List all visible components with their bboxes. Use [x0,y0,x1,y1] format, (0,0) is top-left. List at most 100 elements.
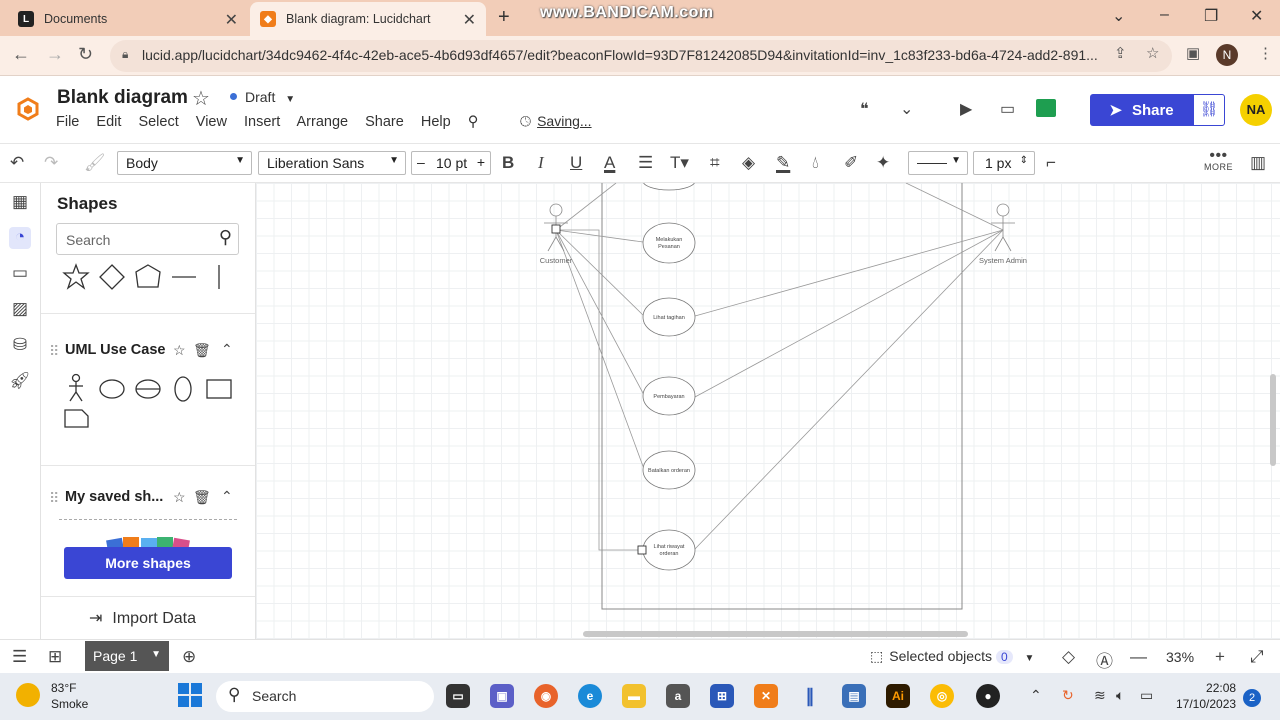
browser-menu-kebab-icon[interactable]: ⋮ [1258,44,1273,62]
association-line[interactable] [694,229,1004,398]
use-case-melakukan-pesanan[interactable] [642,222,696,264]
note-shape[interactable] [64,409,89,428]
zoom-in-icon[interactable]: + [1215,647,1225,667]
underline-icon[interactable]: U [570,153,582,173]
menu-file[interactable]: File [56,114,79,130]
tray-expand-chevron-icon[interactable]: ⌃ [1030,687,1042,704]
more-shapes-button[interactable]: More shapes [64,547,232,579]
menu-help[interactable]: Help [421,114,451,130]
tab-search-chevron-icon[interactable]: ⌄ [1112,6,1125,26]
shape-bounds-icon[interactable]: ⌗ [710,153,720,173]
zoom-level[interactable]: 33% [1166,649,1194,665]
share-button[interactable]: ➤ Share [1090,94,1193,126]
canvas-horizontal-scrollbar[interactable] [583,631,968,637]
close-tab-icon[interactable]: ✕ [463,10,476,30]
use-case-lihat-riwayat-orderan[interactable] [642,529,696,571]
increase-size-icon[interactable]: + [477,154,485,170]
use-case-partial[interactable] [643,183,695,191]
canvas-vertical-scrollbar[interactable] [1270,374,1276,466]
association-line[interactable] [555,229,645,396]
templates-icon[interactable]: ▦ [9,192,31,214]
drag-handle-icon[interactable]: ⠿ [49,490,59,507]
teams-icon[interactable]: ▣ [490,684,514,708]
selection-handle[interactable] [637,545,647,555]
document-title[interactable]: Blank diagram [57,87,188,109]
present-icon[interactable]: ▶ [960,99,972,119]
lucid-logo-icon[interactable] [16,97,40,121]
illustrator-icon[interactable]: Ai [886,684,910,708]
side-panel-icon[interactable]: ▣ [1186,44,1200,62]
favorite-star-icon[interactable]: ☆ [192,86,210,111]
image-icon[interactable]: ▨ [9,299,31,321]
diamond-shape[interactable] [99,264,125,290]
import-data-button[interactable]: ⇥ Import Data [89,608,196,628]
text-color-icon[interactable]: A [604,153,615,173]
magic-wand-icon[interactable]: ✦ [876,153,890,173]
forward-arrow-icon[interactable]: → [46,44,64,65]
accessibility-icon[interactable]: Ⓐ [1096,647,1113,672]
microsoft-store-icon[interactable]: ⊞ [710,684,734,708]
section-star-icon[interactable]: ☆ [173,489,186,506]
user-avatar[interactable]: NA [1240,94,1272,126]
browser-tab-documents[interactable]: L Documents ✕ [8,2,248,36]
association-line[interactable] [555,229,645,317]
redo-icon[interactable]: ↷ [44,153,58,173]
actor-shape[interactable] [69,373,83,402]
restore-icon[interactable]: ❐ [1204,6,1218,26]
section-trash-icon[interactable]: 🗑︎ [193,342,211,359]
menu-edit[interactable]: Edit [96,114,121,130]
connector-style-icon[interactable]: ⌐ [1046,153,1056,173]
notification-badge[interactable]: 2 [1243,689,1261,707]
saving-status[interactable]: 🕓︎ Saving... [520,113,592,130]
collapse-chevron-icon[interactable]: ⌄ [900,99,913,119]
draft-status-dropdown[interactable]: Draft ▼ [230,89,295,105]
firefox-icon[interactable]: ◉ [534,684,558,708]
association-line[interactable] [693,229,1004,551]
text-options-icon[interactable]: T▾ [670,153,689,173]
browser-profile-avatar[interactable]: N [1216,44,1238,66]
star-shape[interactable] [62,263,90,290]
system-boundary-shape[interactable] [206,379,232,399]
sync-icon[interactable]: ↻ [1062,687,1074,704]
shapes-icon[interactable]: ◔ [9,227,31,249]
page-list-icon[interactable]: ☰ [12,647,27,667]
association-line[interactable] [556,229,642,551]
new-tab-plus-icon[interactable]: + [498,6,510,29]
drag-handle-icon[interactable]: ⠿ [49,343,59,360]
italic-icon[interactable]: I [538,153,544,173]
fill-color-icon[interactable]: ◈ [742,153,755,173]
undo-icon[interactable]: ↶ [10,153,24,173]
close-window-icon[interactable]: ✕ [1250,6,1263,26]
weather-widget[interactable]: 83°F Smoke [16,680,88,712]
frame-icon[interactable]: ▭ [9,263,31,285]
decrease-size-icon[interactable]: – [417,154,425,170]
back-arrow-icon[interactable]: ← [12,44,30,65]
amazon-icon[interactable]: a [666,684,690,708]
collapse-chevron-up-icon[interactable]: ⌃ [221,341,233,358]
page-tab[interactable]: Page 1 ▼ [85,641,169,671]
association-line[interactable] [694,229,1004,317]
file-explorer-icon[interactable]: ▬ [622,684,646,708]
fullscreen-icon[interactable]: ⤢ [1250,647,1264,667]
line-width-stepper[interactable]: 1 px ⇕ [973,151,1035,175]
minimize-icon[interactable]: – [1160,6,1169,24]
url-field[interactable]: 🔒︎ lucid.app/lucidchart/34dc9462-4f4c-42… [110,40,1172,72]
menu-share[interactable]: Share [365,114,404,130]
rocket-icon[interactable]: 🚀︎ [9,371,31,393]
line-style-select[interactable]: ▼ [908,151,968,175]
volume-icon[interactable]: 🔈︎ [1116,687,1124,704]
collapse-chevron-up-icon[interactable]: ⌃ [221,488,233,505]
font-size-stepper[interactable]: – 10 pt + [411,151,491,175]
saved-section-title[interactable]: My saved sh... [65,489,163,505]
format-painter-icon[interactable]: 🖌︎ [84,153,106,173]
use-case-ellipse-shape[interactable] [99,379,125,399]
google-classroom-icon[interactable] [1036,99,1056,117]
polygon-shape[interactable] [135,264,161,288]
comments-icon[interactable]: ❝ [860,99,869,119]
wifi-icon[interactable]: ≋ [1094,687,1106,704]
style-icon[interactable]: ✐ [844,153,858,173]
selected-objects-indicator[interactable]: ⬚ Selected objects 0 ▼ [870,648,1034,665]
battery-icon[interactable]: ▭ [1140,687,1153,704]
uml-section-title[interactable]: UML Use Case [65,342,165,358]
xampp-icon[interactable]: ✕ [754,684,778,708]
